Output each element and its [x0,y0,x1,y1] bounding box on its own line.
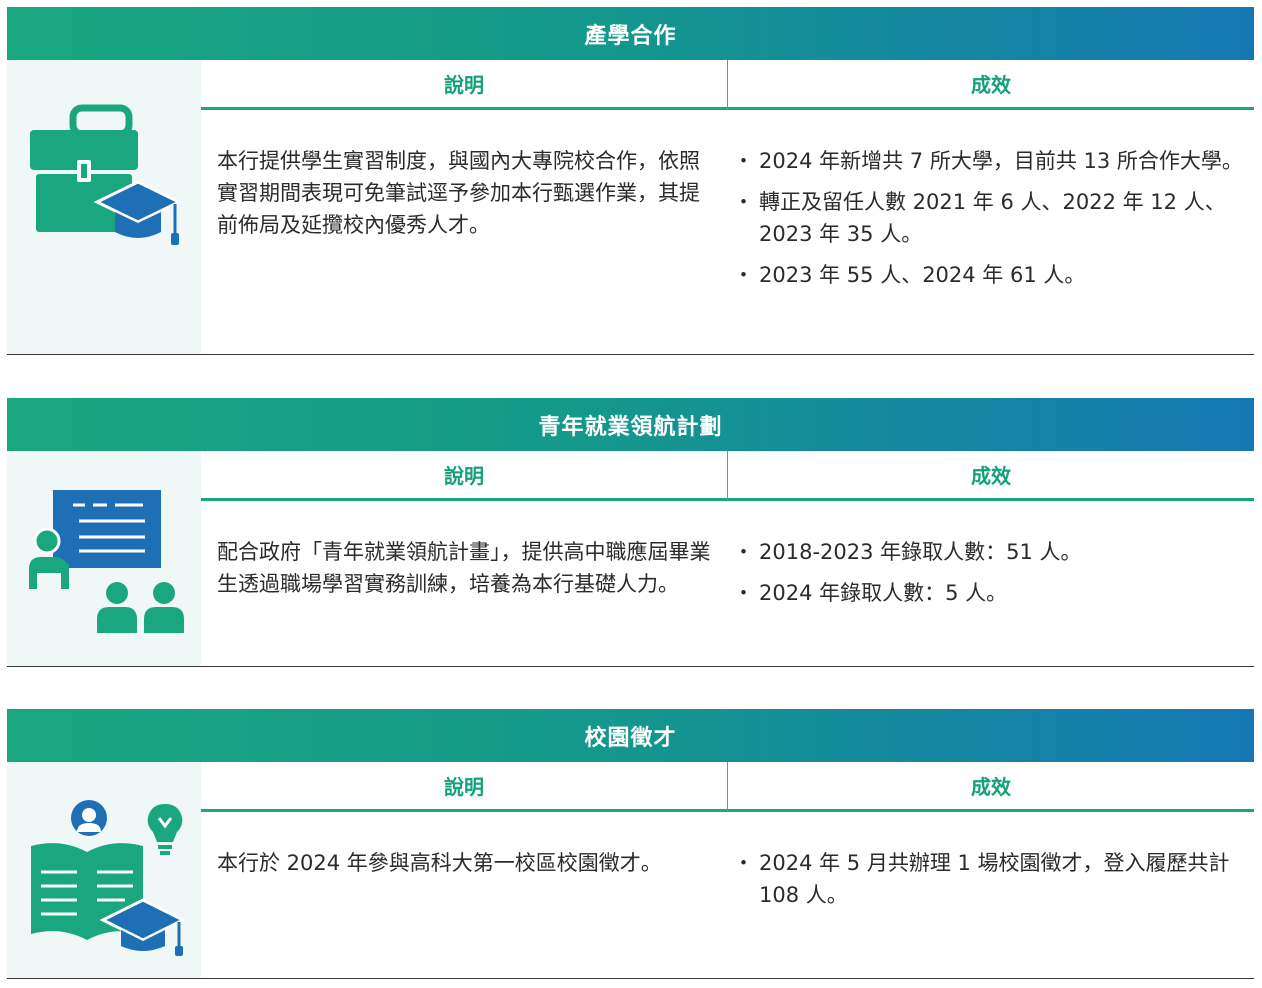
briefcase-graduation-cap-icon [30,104,183,245]
icon-cell [7,451,201,667]
section-title: 青年就業領航計劃 [7,398,1254,451]
result-item: 2018-2023 年錄取人數：51 人。 [733,536,1244,568]
book-person-idea-icon [31,800,187,956]
column-header-result: 成效 [728,762,1254,812]
column-header-result: 成效 [728,451,1254,501]
column-header-description: 說明 [201,60,728,110]
result-item: 轉正及留任人數 2021 年 6 人、2022 年 12 人、2023 年 35… [733,186,1244,250]
column-header-description: 說明 [201,762,728,812]
section-title: 校園徵才 [7,709,1254,762]
divider [7,354,1254,355]
icon-cell [7,60,201,355]
classroom-presentation-icon [29,490,184,633]
description-text: 配合政府「青年就業領航計畫」，提供高中職應屆畢業生透過職場學習實務訓練，培養為本… [217,540,711,596]
section-title: 產學合作 [7,7,1254,60]
section-youth-employment: 青年就業領航計劃 說明 成效 配合政府「青年就業領航計畫」，提供高中職應屆畢業生… [7,398,1254,667]
results-list: 2024 年 5 月共辦理 1 場校園徵才，登入履歷共計 108 人。 [733,847,1244,920]
description-text: 本行於 2024 年參與高科大第一校區校園徵才。 [217,851,662,875]
result-item: 2024 年 5 月共辦理 1 場校園徵才，登入履歷共計 108 人。 [733,847,1244,911]
description-text: 本行提供學生實習制度，與國內大專院校合作，依照實習期間表現可免筆試逕予參加本行甄… [217,149,700,237]
column-header-description: 說明 [201,451,728,501]
result-item: 2024 年錄取人數：5 人。 [733,577,1244,609]
section-industry-academia: 產學合作 說明 成效 本行提供學生實習制度，與國內大專院校合作，依照實習期間表現… [7,7,1254,355]
result-item: 2024 年新增共 7 所大學，目前共 13 所合作大學。 [733,145,1244,177]
results-list: 2018-2023 年錄取人數：51 人。 2024 年錄取人數：5 人。 [733,536,1244,618]
icon-cell [7,762,201,979]
result-item: 2023 年 55 人、2024 年 61 人。 [733,259,1244,291]
results-list: 2024 年新增共 7 所大學，目前共 13 所合作大學。 轉正及留任人數 20… [733,145,1244,300]
divider [7,978,1254,979]
divider [7,666,1254,667]
column-header-result: 成效 [728,60,1254,110]
section-campus-recruitment: 校園徵才 說明 成效 本行於 2024 年參與高科大第一校區校園徵才。 ・ 20… [7,709,1254,979]
